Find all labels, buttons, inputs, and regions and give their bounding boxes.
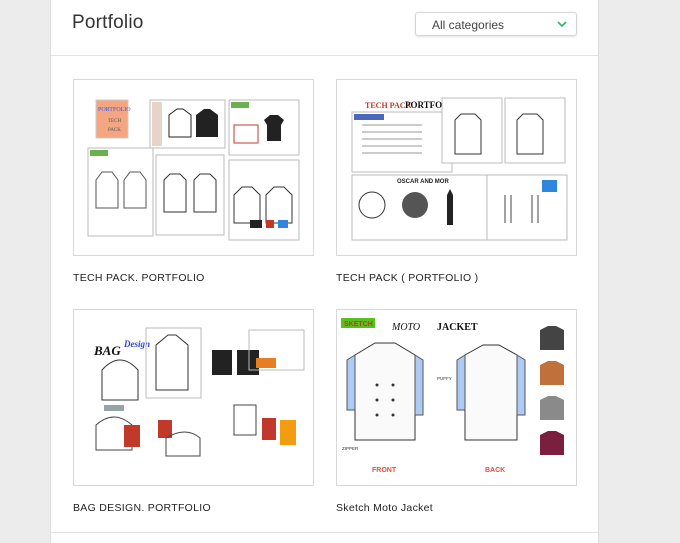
front-label: FRONT — [372, 467, 397, 474]
cover-text-1: PORTFOLIO — [98, 107, 131, 113]
cover-text-2: TECH — [108, 119, 121, 124]
label-text: OSCAR AND MOR — [397, 179, 449, 185]
title-text-b: JACKET — [437, 322, 478, 333]
portfolio-panel: Portfolio All categories PORTFOLIO TECH … — [50, 0, 599, 543]
thumbnail-moto-jacket[interactable]: SKETCH MOTO JACKET FRONT ZIPPER BACK PUF… — [336, 309, 577, 486]
thumbnail-tech-pack-2[interactable]: TECH PACK PORTFOLIO OSCAR AND MOR — [336, 79, 577, 256]
divider — [51, 532, 598, 533]
card-caption[interactable]: Sketch Moto Jacket — [336, 502, 433, 514]
card-caption[interactable]: TECH PACK ( PORTFOLIO ) — [336, 272, 478, 284]
category-filter-select[interactable]: All categories — [415, 12, 577, 36]
logo-text-a: BAG — [93, 343, 121, 358]
tag-text: SKETCH — [344, 321, 373, 328]
thumbnail-tech-pack[interactable]: PORTFOLIO TECH PACK — [73, 79, 314, 256]
card-caption[interactable]: TECH PACK. PORTFOLIO — [73, 272, 205, 284]
note-zipper: ZIPPER — [342, 446, 359, 451]
cover-text-3: PACK — [108, 128, 121, 133]
chevron-down-icon — [556, 17, 568, 36]
category-filter-value: All categories — [432, 18, 505, 32]
portfolio-header: Portfolio All categories — [51, 0, 598, 56]
card-caption[interactable]: BAG DESIGN. PORTFOLIO — [73, 502, 211, 514]
note-puffy: PUFFY — [437, 376, 452, 381]
back-label: BACK — [485, 467, 505, 474]
page-title: Portfolio — [72, 12, 144, 33]
title-text-a: MOTO — [391, 322, 420, 333]
thumbnail-bag-design[interactable]: BAG Design — [73, 309, 314, 486]
